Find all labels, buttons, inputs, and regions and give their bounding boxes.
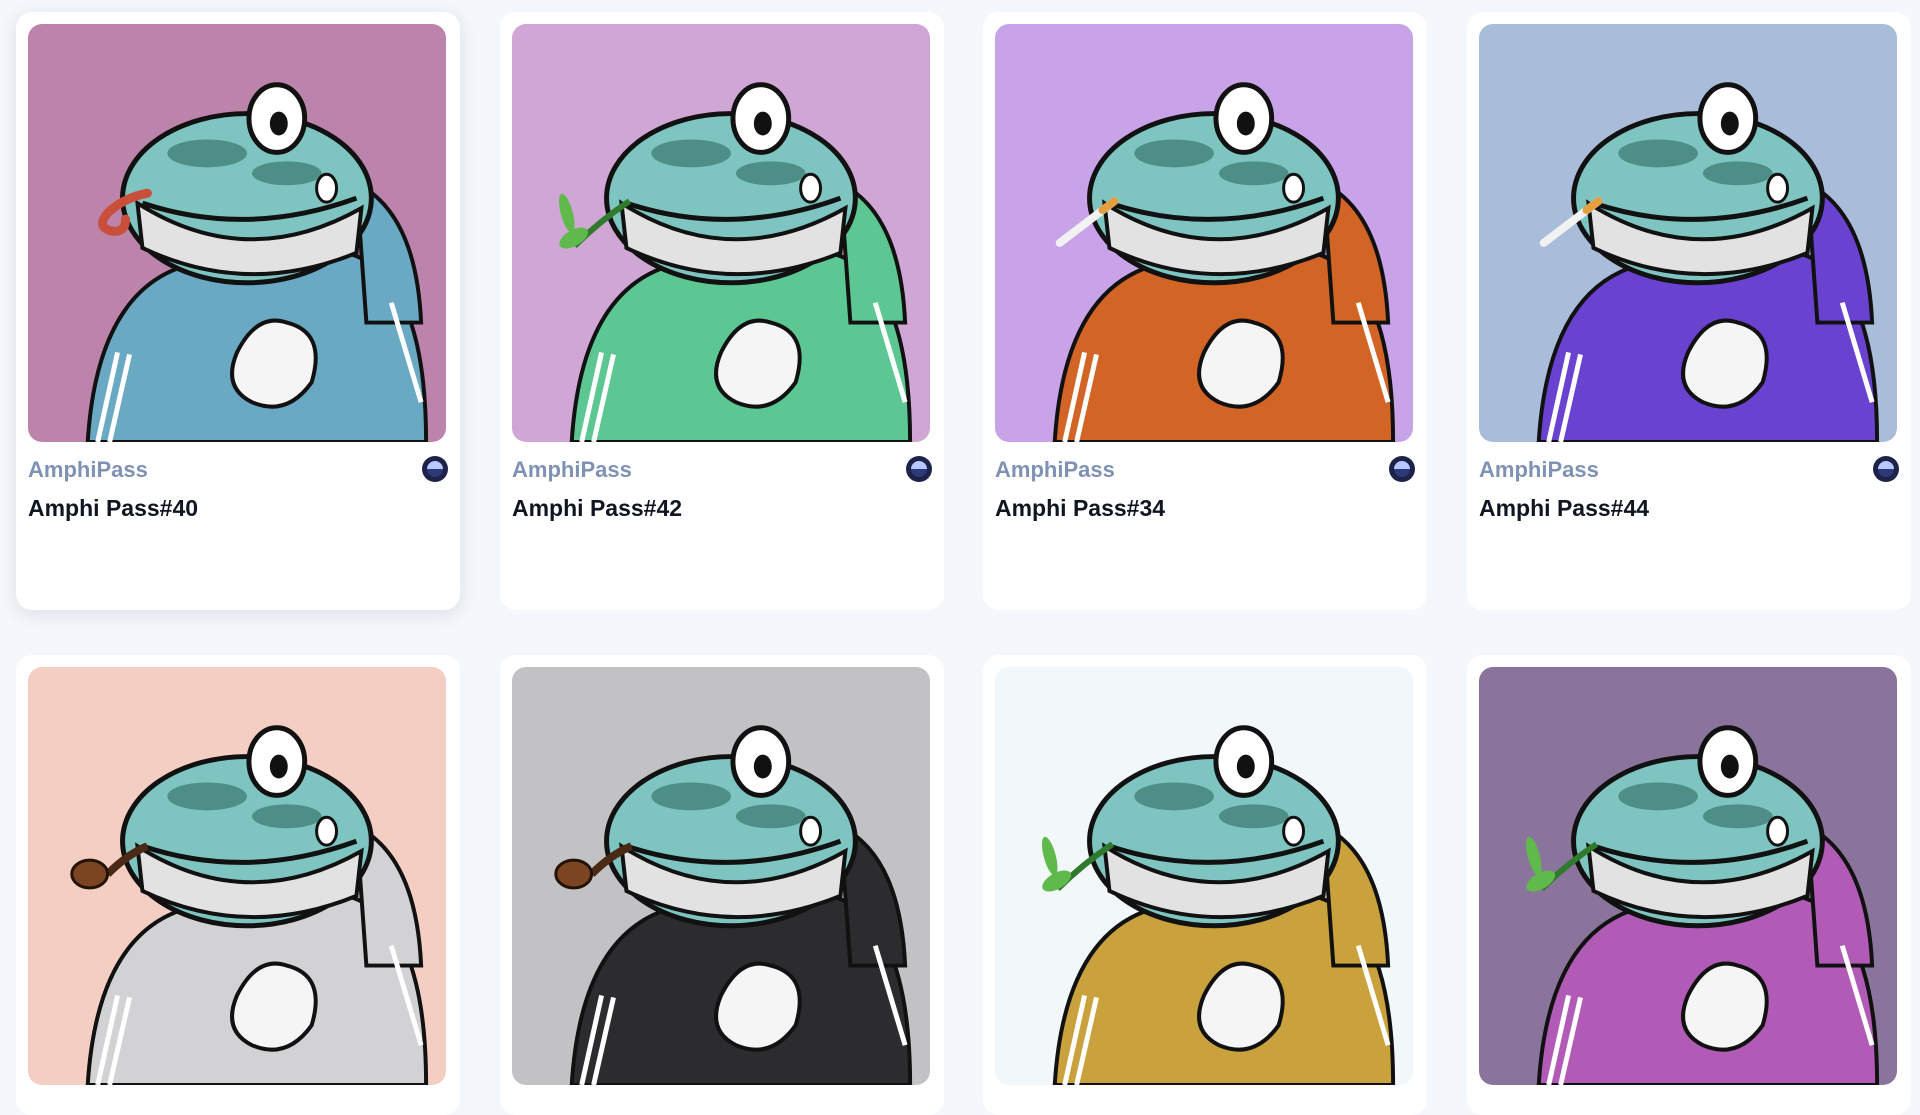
nft-image[interactable] [28, 667, 446, 1085]
chain-badge-icon [906, 456, 932, 482]
nft-card[interactable]: AmphiPass Amphi Pass#44 [1467, 12, 1911, 610]
frog-illustration [512, 667, 930, 1085]
chain-badge-icon [1389, 456, 1415, 482]
nft-image[interactable] [512, 24, 930, 442]
item-name[interactable]: Amphi Pass#42 [512, 495, 682, 522]
nft-image[interactable] [1479, 667, 1897, 1085]
nft-image[interactable] [995, 667, 1413, 1085]
nft-card[interactable] [983, 655, 1427, 1115]
collection-name[interactable]: AmphiPass [28, 457, 148, 483]
frog-illustration [28, 667, 446, 1085]
chain-badge-icon [1873, 456, 1899, 482]
nft-grid: AmphiPass Amphi Pass#40 AmphiPass Amphi Pas… [0, 0, 1920, 1115]
nft-image[interactable] [995, 24, 1413, 442]
frog-illustration [512, 24, 930, 442]
nft-card[interactable] [1467, 655, 1911, 1115]
collection-name[interactable]: AmphiPass [995, 457, 1115, 483]
nft-image[interactable] [28, 24, 446, 442]
frog-illustration [995, 24, 1413, 442]
nft-image[interactable] [1479, 24, 1897, 442]
frog-illustration [995, 667, 1413, 1085]
nft-card[interactable] [500, 655, 944, 1115]
collection-name[interactable]: AmphiPass [1479, 457, 1599, 483]
frog-illustration [1479, 24, 1897, 442]
frog-illustration [1479, 667, 1897, 1085]
item-name[interactable]: Amphi Pass#40 [28, 495, 198, 522]
collection-name[interactable]: AmphiPass [512, 457, 632, 483]
chain-badge-icon [422, 456, 448, 482]
frog-illustration [28, 24, 446, 442]
nft-image[interactable] [512, 667, 930, 1085]
nft-card[interactable]: AmphiPass Amphi Pass#42 [500, 12, 944, 610]
nft-card[interactable]: AmphiPass Amphi Pass#40 [16, 12, 460, 610]
nft-card[interactable]: AmphiPass Amphi Pass#34 [983, 12, 1427, 610]
nft-card[interactable] [16, 655, 460, 1115]
item-name[interactable]: Amphi Pass#34 [995, 495, 1165, 522]
item-name[interactable]: Amphi Pass#44 [1479, 495, 1649, 522]
